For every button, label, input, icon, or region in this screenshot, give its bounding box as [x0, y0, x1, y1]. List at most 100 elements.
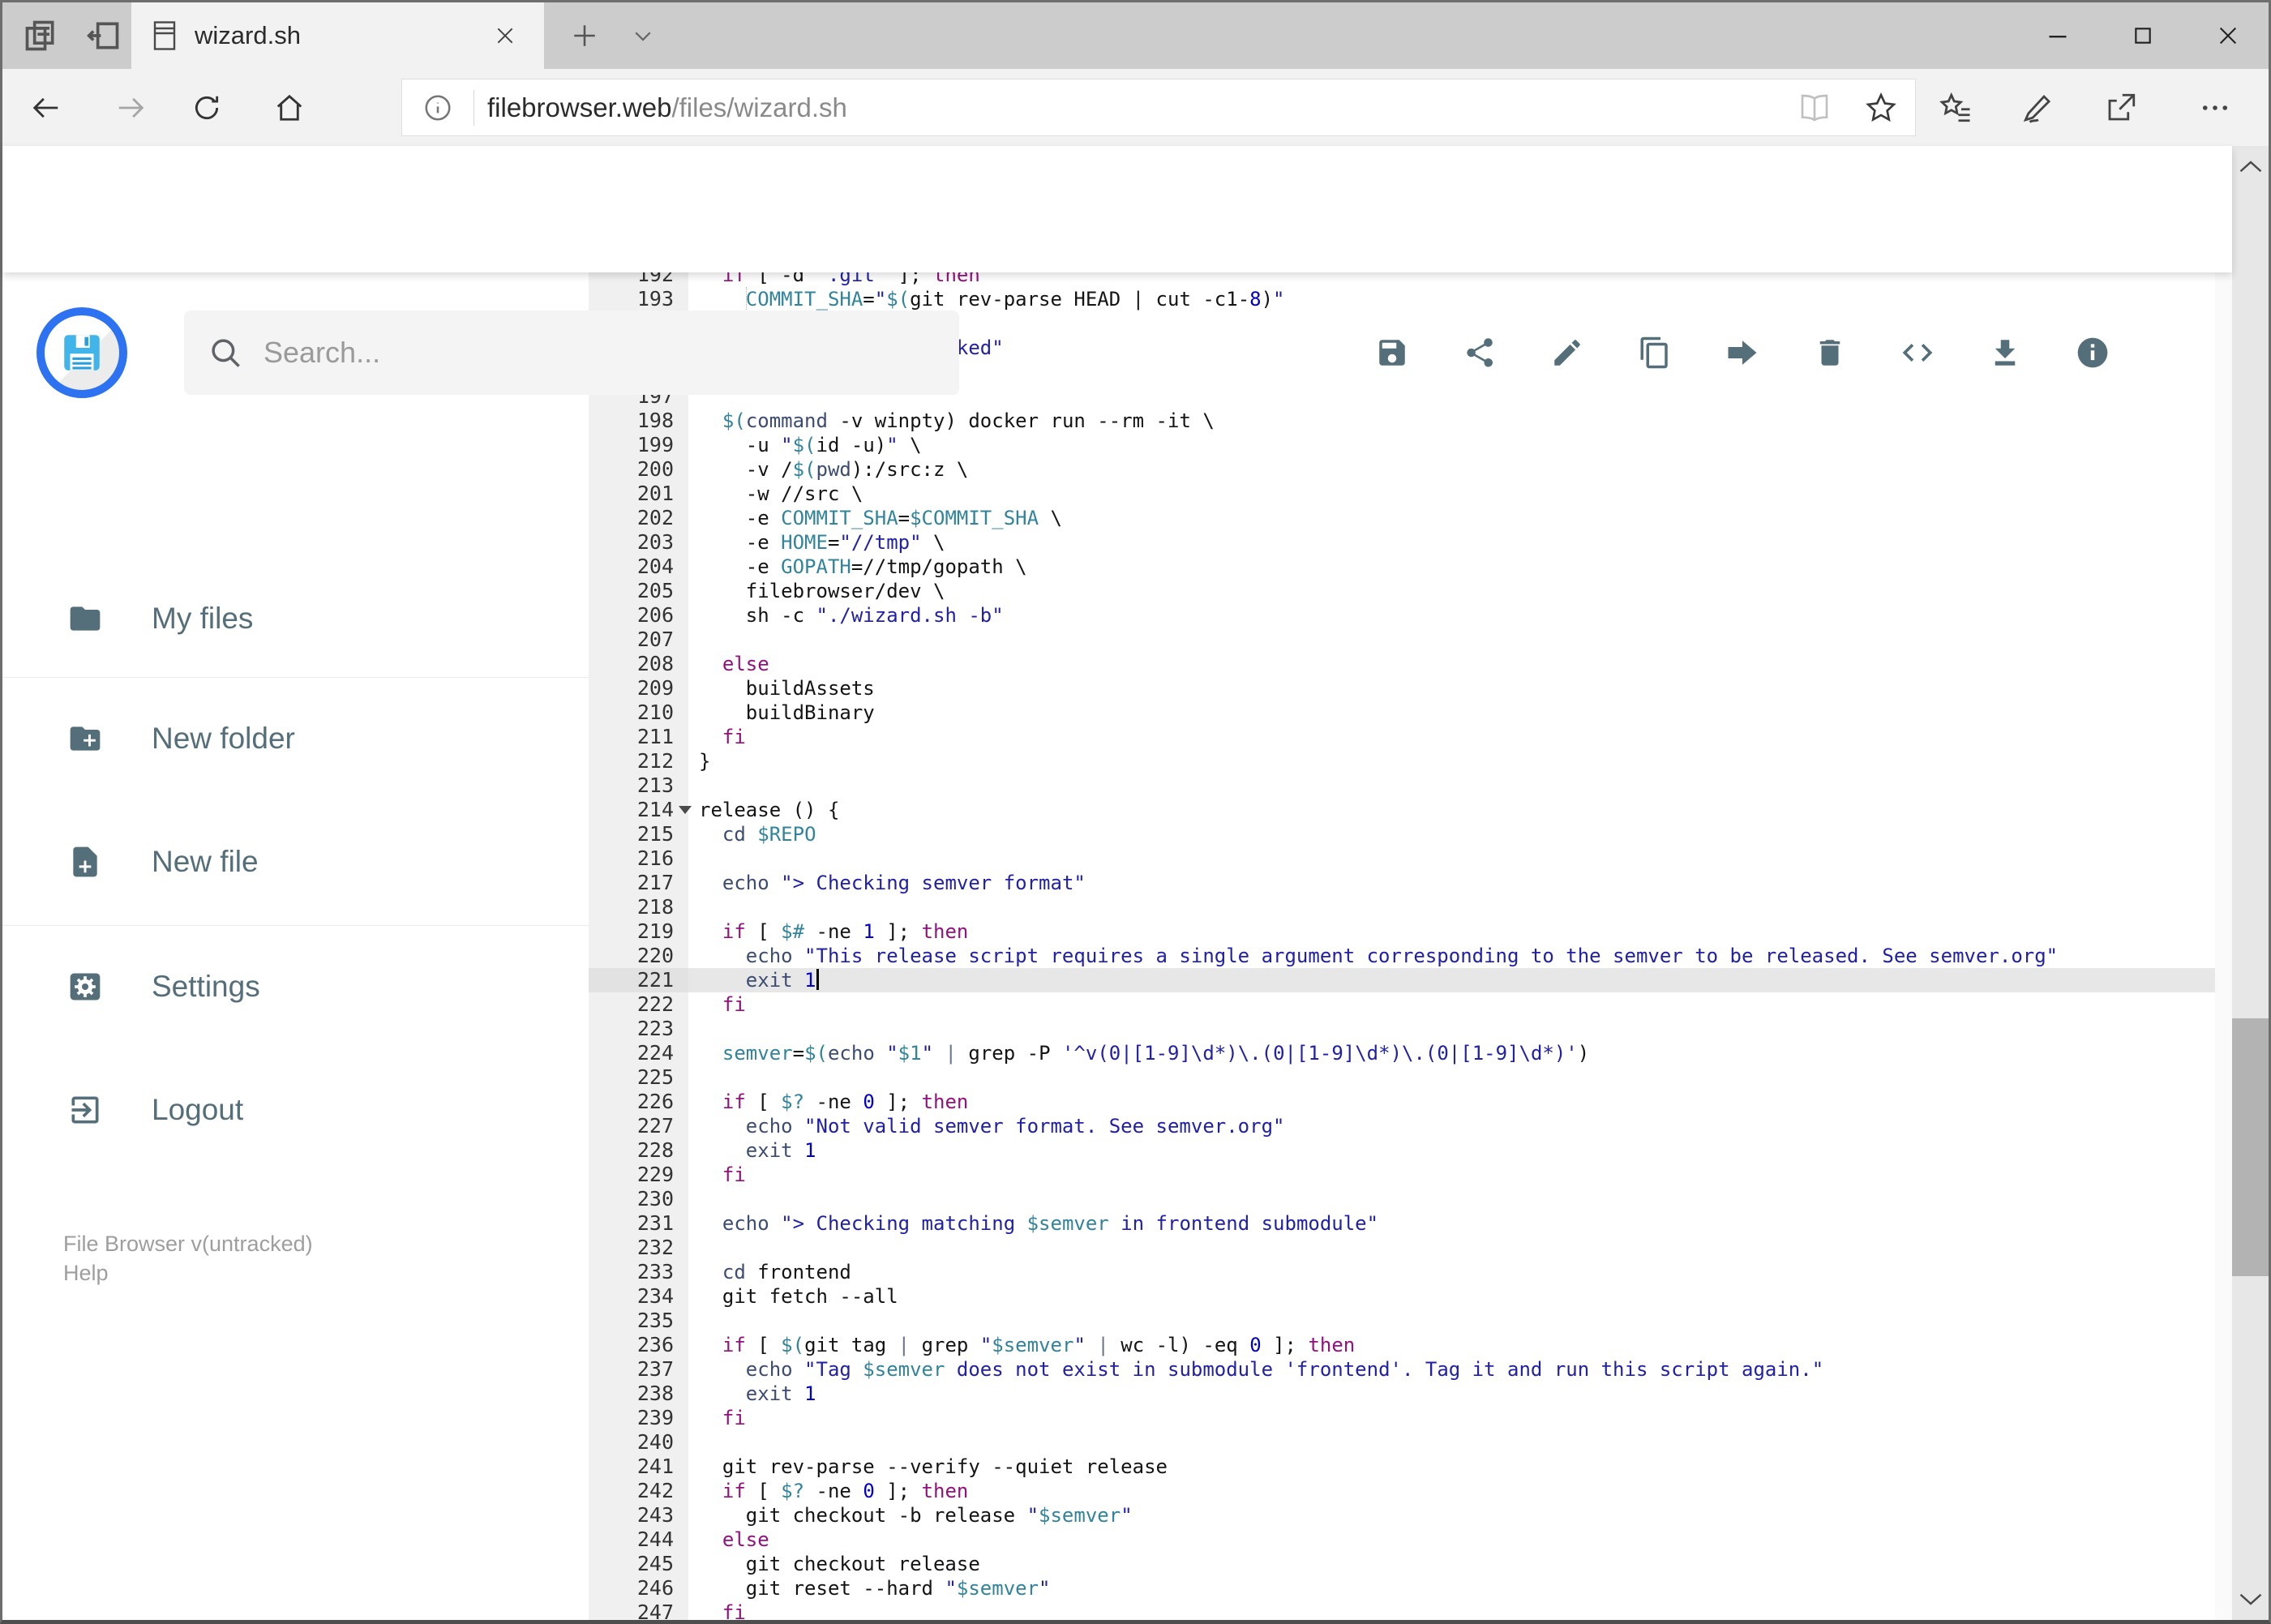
url-bar[interactable]: filebrowser.web/files/wizard.sh	[401, 79, 1916, 136]
code-line[interactable]	[688, 1017, 2232, 1041]
code-line[interactable]	[688, 1309, 2232, 1333]
editor-gutter: 1921931941951961971981992002012022032042…	[589, 272, 692, 1620]
download-button[interactable]	[1961, 289, 2049, 416]
code-line[interactable]: buildBinary	[688, 701, 2232, 725]
forward-button[interactable]	[98, 69, 163, 146]
home-button[interactable]	[257, 69, 322, 146]
maximize-button[interactable]	[2102, 2, 2183, 69]
code-line[interactable]: git checkout release	[688, 1552, 2232, 1576]
gutter-line-number: 223	[636, 1017, 674, 1040]
code-line[interactable]: else	[688, 1528, 2232, 1552]
refresh-button[interactable]	[174, 69, 239, 146]
code-line[interactable]: if [ $? -ne 0 ]; then	[688, 1479, 2232, 1503]
url-text[interactable]: filebrowser.web/files/wizard.sh	[487, 92, 1782, 123]
code-line[interactable]: release () {	[688, 798, 2232, 822]
new-tab-button[interactable]	[556, 2, 613, 69]
code-line[interactable]: echo "Not valid semver format. See semve…	[688, 1114, 2232, 1138]
code-line[interactable]: echo "Tag $semver does not exist in subm…	[688, 1357, 2232, 1382]
code-line[interactable]: else	[688, 652, 2232, 676]
search-bar[interactable]	[184, 311, 959, 395]
code-line[interactable]: if [ $# -ne 1 ]; then	[688, 919, 2232, 944]
share-icon[interactable]	[2084, 69, 2158, 146]
tab-close-icon[interactable]	[487, 18, 523, 54]
code-line[interactable]: -u "$(id -u)" \	[688, 433, 2232, 457]
reading-view-icon[interactable]	[1782, 92, 1847, 124]
code-line[interactable]: git rev-parse --verify --quiet release	[688, 1455, 2232, 1479]
code-line[interactable]: -w //src \	[688, 482, 2232, 506]
code-editor[interactable]: 1921931941951961971981992002012022032042…	[589, 272, 2232, 1620]
tab-preview-icon[interactable]	[12, 2, 69, 69]
settings-icon	[70, 973, 101, 1001]
close-button[interactable]	[2187, 2, 2269, 69]
hub-favorites-icon[interactable]	[1918, 69, 1993, 146]
code-line[interactable]: exit 1	[688, 968, 2232, 992]
scrollbar-thumb[interactable]	[2232, 1018, 2269, 1276]
code-line[interactable]: }	[688, 749, 2232, 773]
code-line[interactable]: sh -c "./wizard.sh -b"	[688, 603, 2232, 628]
sidebar-item-my-files[interactable]: My files	[2, 570, 589, 667]
code-line[interactable]	[688, 1430, 2232, 1455]
code-line[interactable]: cd frontend	[688, 1260, 2232, 1284]
code-line[interactable]: echo "> Checking matching $semver in fro…	[688, 1211, 2232, 1236]
rename-edit-button[interactable]	[1523, 289, 1611, 416]
favorite-star-icon[interactable]	[1847, 92, 1915, 124]
page-scrollbar[interactable]	[2232, 146, 2269, 1620]
code-line[interactable]: git fetch --all	[688, 1284, 2232, 1309]
browser-tab[interactable]: wizard.sh	[131, 2, 544, 69]
code-line[interactable]: -e HOME="//tmp" \	[688, 530, 2232, 555]
code-line[interactable]: semver=$(echo "$1" | grep -P '^v(0|[1-9]…	[688, 1041, 2232, 1065]
code-line[interactable]: fi	[688, 725, 2232, 749]
code-line[interactable]: git reset --hard "$semver"	[688, 1576, 2232, 1600]
info-button[interactable]	[2049, 289, 2136, 416]
move-button[interactable]	[1699, 289, 1786, 416]
sidebar-item-new-folder[interactable]: New folder	[2, 690, 589, 787]
share-file-button[interactable]	[1436, 289, 1523, 416]
filebrowser-logo[interactable]	[36, 307, 127, 398]
code-line[interactable]: exit 1	[688, 1138, 2232, 1163]
tab-list-chevron-icon[interactable]	[617, 2, 669, 69]
code-line[interactable]: if [ $? -ne 0 ]; then	[688, 1090, 2232, 1114]
code-line[interactable]	[688, 628, 2232, 652]
help-link[interactable]: Help	[63, 1258, 313, 1288]
editor-code[interactable]: if [ -d ".git" ]; then COMMIT_SHA="$(git…	[688, 272, 2232, 1620]
code-line[interactable]	[688, 1236, 2232, 1260]
sidebar-item-new-file[interactable]: New file	[2, 813, 589, 911]
code-line[interactable]: fi	[688, 1163, 2232, 1187]
code-line[interactable]: exit 1	[688, 1382, 2232, 1406]
scroll-down-arrow[interactable]	[2232, 1579, 2269, 1620]
code-line[interactable]: -e COMMIT_SHA=$COMMIT_SHA \	[688, 506, 2232, 530]
code-line[interactable]: if [ -d ".git" ]; then	[688, 272, 2232, 287]
code-line[interactable]: -e GOPATH=//tmp/gopath \	[688, 555, 2232, 579]
code-line[interactable]: echo "This release script requires a sin…	[688, 944, 2232, 968]
sidebar-item-logout[interactable]: Logout	[2, 1061, 589, 1159]
search-input[interactable]	[264, 336, 896, 370]
code-line[interactable]: echo "> Checking semver format"	[688, 871, 2232, 895]
site-info-icon[interactable]	[402, 92, 473, 123]
annotate-pen-icon[interactable]	[2001, 69, 2076, 146]
code-line[interactable]: fi	[688, 1600, 2232, 1620]
back-button[interactable]	[14, 69, 79, 146]
code-line[interactable]: git checkout -b release "$semver"	[688, 1503, 2232, 1528]
gutter-line-number: 226	[636, 1090, 674, 1113]
code-line[interactable]: -v /$(pwd):/src:z \	[688, 457, 2232, 482]
code-line[interactable]	[688, 1187, 2232, 1211]
scroll-up-arrow[interactable]	[2232, 146, 2269, 186]
minimize-button[interactable]	[2017, 2, 2098, 69]
set-tabs-aside-icon[interactable]	[75, 2, 132, 69]
code-line[interactable]: filebrowser/dev \	[688, 579, 2232, 603]
code-line[interactable]	[688, 895, 2232, 919]
delete-button[interactable]	[1786, 289, 1874, 416]
settings-ellipsis-icon[interactable]	[2178, 69, 2252, 146]
code-line[interactable]	[688, 846, 2232, 871]
copy-button[interactable]	[1611, 289, 1699, 416]
code-line[interactable]: fi	[688, 992, 2232, 1017]
code-view-button[interactable]	[1874, 289, 1961, 416]
code-line[interactable]: fi	[688, 1406, 2232, 1430]
code-line[interactable]: buildAssets	[688, 676, 2232, 701]
code-line[interactable]: if [ $(git tag | grep "$semver" | wc -l)…	[688, 1333, 2232, 1357]
code-line[interactable]	[688, 1065, 2232, 1090]
code-line[interactable]: cd $REPO	[688, 822, 2232, 846]
code-line[interactable]	[688, 773, 2232, 798]
save-button[interactable]	[1348, 289, 1436, 416]
sidebar-item-settings[interactable]: Settings	[2, 938, 589, 1035]
